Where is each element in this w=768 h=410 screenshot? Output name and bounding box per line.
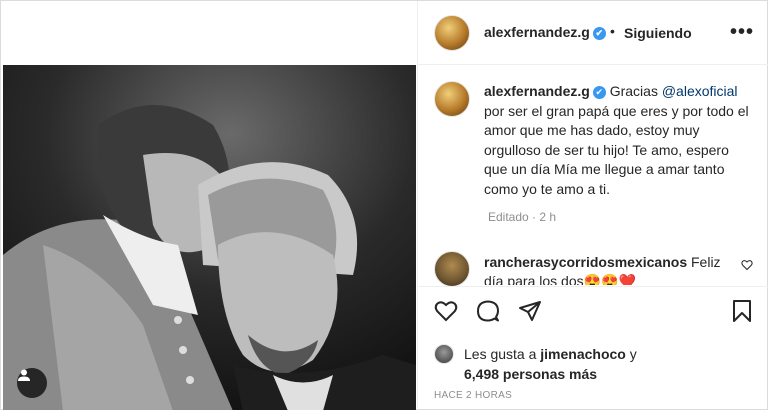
comment-avatar[interactable]	[434, 251, 470, 287]
following-button[interactable]: Siguiendo	[624, 25, 692, 41]
post-timestamp[interactable]: HACE 2 HORAS	[434, 390, 512, 401]
author-username-text[interactable]: alexfernandez.g	[484, 24, 590, 40]
caption-text-end: por ser el gran papá que eres y por todo…	[484, 102, 749, 197]
comment-username[interactable]: rancherasycorridosmexicanos	[484, 254, 687, 270]
caption-text-start: Gracias	[605, 83, 662, 99]
like-button[interactable]	[434, 299, 458, 328]
caption-mention[interactable]: @alexoficial	[662, 83, 738, 99]
caption-avatar[interactable]	[434, 81, 470, 117]
liker-avatar[interactable]	[434, 344, 454, 364]
header-separator: •	[610, 23, 615, 39]
share-button[interactable]	[518, 299, 542, 328]
caption-verified-icon: ✔	[592, 85, 606, 99]
post-sidebar: alexfernandez.g ✔ • Siguiendo ••• alexfer…	[417, 1, 768, 410]
caption-username[interactable]: alexfernandez.g	[484, 83, 590, 99]
liker-username[interactable]: jimenachoco	[540, 346, 626, 362]
comment-like-button[interactable]	[741, 258, 753, 276]
comment-button[interactable]	[476, 299, 500, 328]
save-button[interactable]	[730, 299, 754, 328]
comment-item: rancherasycorridosmexicanos Feliz día pa…	[484, 253, 734, 285]
post-photo[interactable]	[3, 65, 416, 410]
instagram-post: alexfernandez.g ✔ • Siguiendo ••• alexfer…	[0, 0, 768, 410]
author-username[interactable]: alexfernandez.g ✔	[484, 24, 606, 40]
post-caption: alexfernandez.g ✔ Gracias @alexoficial po…	[484, 82, 756, 200]
comment-icon	[477, 300, 499, 322]
author-avatar[interactable]	[434, 15, 470, 51]
heart-icon	[434, 301, 458, 322]
edited-timestamp: Editado · 2 h	[488, 210, 557, 224]
more-icon[interactable]: •••	[730, 21, 754, 44]
post-header: alexfernandez.g ✔ • Siguiendo •••	[418, 1, 768, 65]
user-tag-icon	[18, 369, 30, 381]
bookmark-icon	[733, 300, 751, 322]
likes-count[interactable]: 6,498 personas más	[464, 366, 597, 382]
likes-prefix: Les gusta a	[464, 346, 541, 362]
verified-icon: ✔	[592, 26, 606, 40]
likes-conj: y	[625, 346, 637, 362]
heart-icon	[741, 260, 753, 271]
photo-illustration	[3, 65, 416, 410]
tagged-users-button[interactable]	[17, 368, 47, 398]
action-bar	[418, 286, 768, 334]
likes-summary: Les gusta a jimenachoco y 6,498 personas…	[464, 344, 764, 384]
share-icon	[519, 301, 541, 321]
